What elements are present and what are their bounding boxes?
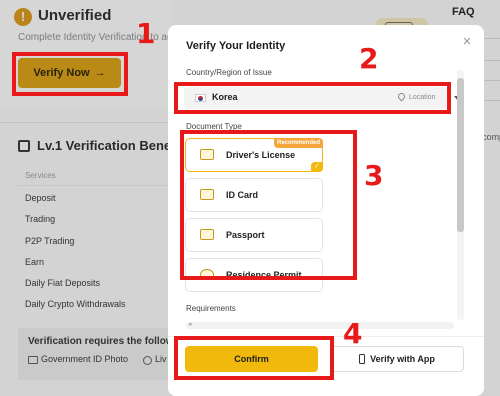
requirements-title: Verification requires the following	[28, 336, 168, 347]
services-header: Services	[25, 171, 56, 180]
annotation-number-4: 4	[343, 317, 363, 350]
chevron-left-icon: ◂	[188, 321, 192, 328]
right-text-fragment: comp	[482, 132, 500, 142]
req-item-government-id: Government ID Photo	[41, 354, 129, 364]
face-icon	[143, 356, 152, 365]
gift-icon	[18, 140, 30, 152]
verify-with-app-label: Verify with App	[370, 354, 435, 364]
horizontal-scrollbar[interactable]: ◂	[186, 321, 454, 329]
faq-link[interactable]: FAQ	[452, 6, 475, 18]
annotation-box-4	[174, 336, 334, 380]
warning-icon: !	[14, 8, 32, 26]
divider	[18, 185, 168, 186]
scrollbar-thumb[interactable]	[457, 78, 464, 232]
requirements-label: Requirements	[186, 304, 236, 313]
annotation-number-3: 3	[364, 159, 384, 192]
phone-icon	[359, 354, 366, 364]
req-item-liveness: Liv	[155, 354, 167, 364]
annotation-number-2: 2	[359, 42, 379, 75]
service-row-p2p: P2P Trading	[25, 236, 75, 246]
divider	[0, 122, 168, 123]
country-label: Country/Region of Issue	[186, 68, 272, 77]
modal-title: Verify Your Identity	[186, 40, 286, 52]
annotation-box-2	[174, 82, 451, 114]
annotation-box-1	[12, 52, 128, 96]
status-title: Unverified	[38, 7, 112, 24]
close-icon[interactable]: ×	[460, 34, 474, 49]
service-row-trading: Trading	[25, 214, 56, 224]
annotation-box-3	[180, 130, 357, 280]
annotation-number-1: 1	[136, 17, 156, 50]
service-row-earn: Earn	[25, 257, 45, 267]
service-row-fiat-deposits: Daily Fiat Deposits	[25, 278, 101, 288]
service-row-crypto-withdrawals: Daily Crypto Withdrawals	[25, 299, 126, 309]
id-card-icon	[28, 356, 38, 364]
service-row-deposit: Deposit	[25, 193, 56, 203]
